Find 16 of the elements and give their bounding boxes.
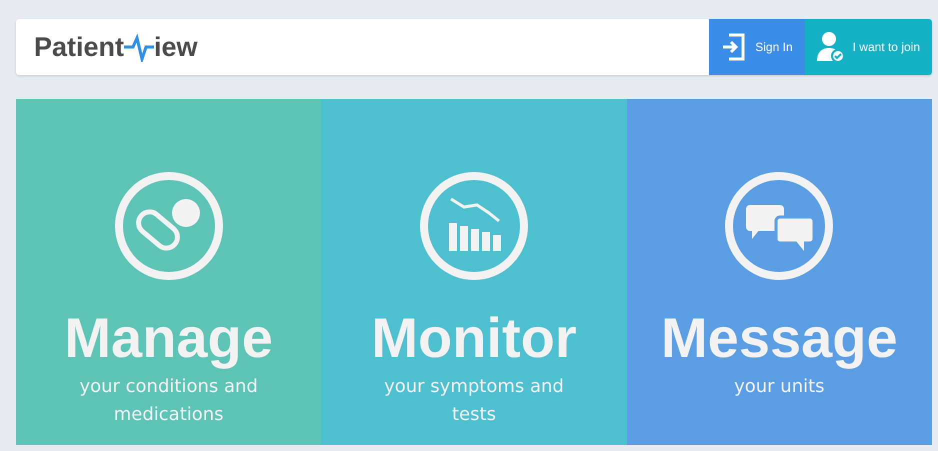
feature-title: Manage xyxy=(64,307,273,369)
logo-text: Patient xyxy=(34,32,124,62)
pulse-icon xyxy=(124,32,154,62)
user-check-icon xyxy=(816,31,845,63)
feature-subtitle: your units xyxy=(733,374,826,399)
sign-in-icon xyxy=(721,33,748,61)
logo-text: iew xyxy=(154,32,198,62)
chat-icon xyxy=(724,171,834,281)
feature-title: Monitor xyxy=(371,307,577,369)
feature-subtitle: your conditions and medications xyxy=(78,374,259,427)
chart-icon xyxy=(418,171,529,281)
feature-title: Message xyxy=(661,307,898,369)
feature-subtitle: your symptoms and tests xyxy=(383,374,565,427)
pills-icon xyxy=(114,171,224,281)
join-button[interactable]: I want to join xyxy=(804,19,932,75)
sign-in-button[interactable]: Sign In xyxy=(709,19,805,75)
